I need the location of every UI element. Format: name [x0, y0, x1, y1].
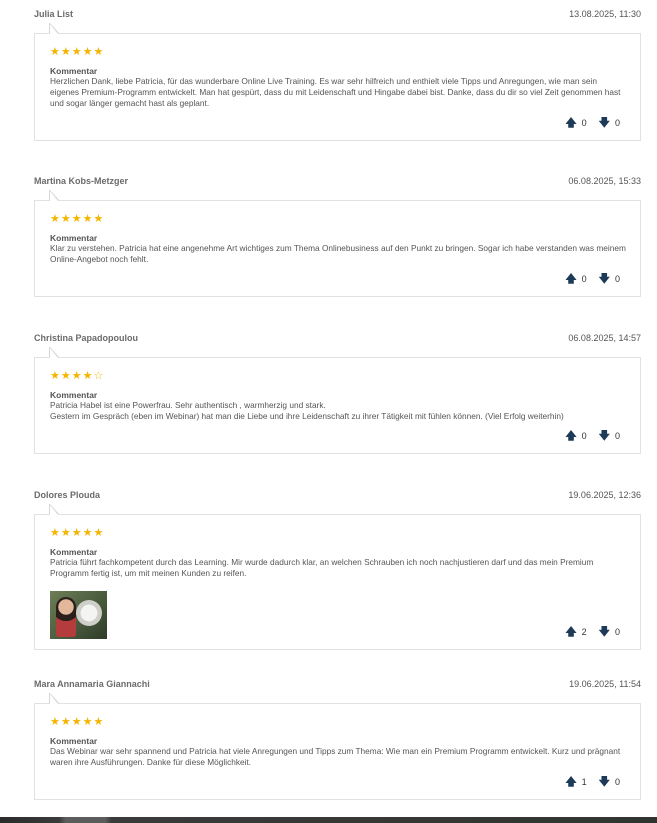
comment-label: Kommentar [50, 547, 98, 557]
arrow-down-icon: 🡇 [598, 626, 610, 638]
downvote-button[interactable]: 🡇 0 [598, 117, 620, 129]
arrow-up-icon: 🡅 [565, 117, 577, 129]
review-author: Christina Papadopoulou [34, 333, 139, 343]
arrow-up-icon: 🡅 [565, 776, 577, 788]
vote-bar: 🡅 0 🡇 0 [50, 117, 626, 129]
star-icon: ★★★★★ [50, 716, 105, 728]
vote-bar: 🡅 1 🡇 0 [50, 776, 626, 788]
star-icon: ★★★★★ [50, 46, 105, 58]
rating-stars: ★★★★★ [50, 527, 626, 539]
downvote-button[interactable]: 🡇 0 [598, 430, 620, 442]
review-author: Mara Annamaria Giannachi [34, 679, 150, 689]
rating-stars: ★★★★☆ [50, 370, 626, 382]
star-icon: ★★★★★ [50, 527, 105, 539]
comment-text: Herzlichen Dank, liebe Patricia, für das… [50, 76, 621, 108]
review-bubble: ★★★★★ Kommentar Herzlichen Dank, liebe P… [34, 23, 641, 141]
bottom-bar [0, 817, 657, 823]
review-header: Julia List 13.08.2025, 11:30 [34, 5, 641, 23]
vote-bar: 🡅 2 🡇 0 [50, 626, 626, 638]
comment-text: Patricia Habel ist eine Powerfrau. Sehr … [50, 400, 326, 410]
upvote-button[interactable]: 🡅 0 [565, 117, 587, 129]
upvote-button[interactable]: 🡅 2 [565, 626, 587, 638]
review-author: Julia List [34, 9, 74, 19]
downvote-count: 0 [614, 118, 620, 128]
comment-label: Kommentar [50, 233, 98, 243]
review-header: Christina Papadopoulou 06.08.2025, 14:57 [34, 329, 641, 347]
downvote-count: 0 [614, 274, 620, 284]
review-item: Christina Papadopoulou 06.08.2025, 14:57… [34, 329, 641, 454]
arrow-up-icon: 🡅 [565, 273, 577, 285]
downvote-count: 0 [614, 627, 620, 637]
comment-text-line-2: Gestern im Gespräch (eben im Webinar) ha… [50, 411, 564, 421]
downvote-count: 0 [614, 777, 620, 787]
rating-stars: ★★★★★ [50, 716, 626, 728]
star-icon: ★★★★☆ [50, 370, 105, 382]
attachment-thumbnail[interactable] [50, 591, 107, 639]
downvote-count: 0 [614, 431, 620, 441]
review-date: 06.08.2025, 14:57 [568, 333, 641, 343]
comment-label: Kommentar [50, 390, 98, 400]
review-bubble: ★★★★★ Kommentar Patricia führt fachkompe… [34, 504, 641, 650]
arrow-up-icon: 🡅 [565, 626, 577, 638]
review-item: Dolores Plouda 19.06.2025, 12:36 ★★★★★ K… [34, 486, 641, 650]
review-author: Martina Kobs-Metzger [34, 176, 129, 186]
review-date: 19.06.2025, 12:36 [568, 490, 641, 500]
review-date: 19.06.2025, 11:54 [569, 679, 641, 689]
review-item: Martina Kobs-Metzger 06.08.2025, 15:33 ★… [34, 172, 641, 297]
review-bubble: ★★★★★ Kommentar Das Webinar war sehr spa… [34, 693, 641, 800]
upvote-count: 0 [581, 274, 587, 284]
comment-text: Klar zu verstehen. Patricia hat eine ang… [50, 243, 626, 264]
review-header: Martina Kobs-Metzger 06.08.2025, 15:33 [34, 172, 641, 190]
review-item: Mara Annamaria Giannachi 19.06.2025, 11:… [34, 675, 641, 800]
upvote-count: 2 [581, 627, 587, 637]
star-icon: ★★★★★ [50, 213, 105, 225]
rating-stars: ★★★★★ [50, 213, 626, 225]
upvote-button[interactable]: 🡅 1 [565, 776, 587, 788]
upvote-count: 0 [581, 118, 587, 128]
comment-label: Kommentar [50, 736, 98, 746]
arrow-down-icon: 🡇 [598, 117, 610, 129]
upvote-button[interactable]: 🡅 0 [565, 430, 587, 442]
comment-label: Kommentar [50, 66, 98, 76]
downvote-button[interactable]: 🡇 0 [598, 273, 620, 285]
arrow-up-icon: 🡅 [565, 430, 577, 442]
downvote-button[interactable]: 🡇 0 [598, 626, 620, 638]
downvote-button[interactable]: 🡇 0 [598, 776, 620, 788]
vote-bar: 🡅 0 🡇 0 [50, 430, 626, 442]
rating-stars: ★★★★★ [50, 46, 626, 58]
comment-text: Das Webinar war sehr spannend und Patric… [50, 746, 621, 767]
vote-bar: 🡅 0 🡇 0 [50, 273, 626, 285]
review-header: Mara Annamaria Giannachi 19.06.2025, 11:… [34, 675, 641, 693]
review-author: Dolores Plouda [34, 490, 101, 500]
upvote-button[interactable]: 🡅 0 [565, 273, 587, 285]
review-bubble: ★★★★☆ Kommentar Patricia Habel ist eine … [34, 347, 641, 454]
upvote-count: 1 [581, 777, 587, 787]
thumbnail-person [56, 597, 76, 637]
review-date: 13.08.2025, 11:30 [569, 9, 641, 19]
arrow-down-icon: 🡇 [598, 430, 610, 442]
review-date: 06.08.2025, 15:33 [568, 176, 641, 186]
review-bubble: ★★★★★ Kommentar Klar zu verstehen. Patri… [34, 190, 641, 297]
arrow-down-icon: 🡇 [598, 776, 610, 788]
thumbnail-award-disc [76, 600, 102, 626]
review-header: Dolores Plouda 19.06.2025, 12:36 [34, 486, 641, 504]
comment-text: Patricia führt fachkompetent durch das L… [50, 557, 594, 578]
review-item: Julia List 13.08.2025, 11:30 ★★★★★ Komme… [34, 5, 641, 141]
arrow-down-icon: 🡇 [598, 273, 610, 285]
upvote-count: 0 [581, 431, 587, 441]
